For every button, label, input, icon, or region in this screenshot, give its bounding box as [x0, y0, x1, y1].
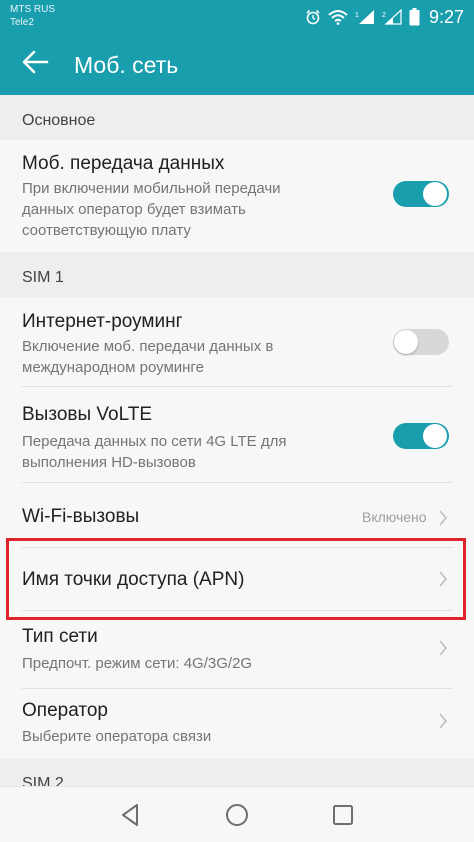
setting-internet-roaming[interactable]: Интернет-роуминг Включение моб. передачи… — [0, 297, 474, 387]
mobile-data-description-line-3: соответствующую плату — [22, 222, 191, 239]
sim1-signal-icon: 1 — [355, 10, 374, 24]
recents-square-icon[interactable] — [329, 801, 357, 829]
carrier-1: MTS RUS — [10, 4, 55, 15]
mobile-data-toggle[interactable] — [393, 181, 449, 207]
status-bar: MTS RUS Tele2 1 2 9:27 — [0, 0, 474, 36]
volte-title: Вызовы VoLTE — [22, 404, 153, 425]
home-circle-icon[interactable] — [223, 801, 251, 829]
mobile-data-description-line-2: данных оператор будет взимать — [22, 201, 246, 218]
wifi-calls-value: Включено — [362, 509, 427, 525]
section-header-sim2: SIM 2 — [0, 759, 474, 786]
page-title: Моб. сеть — [74, 52, 179, 78]
chevron-right-icon — [439, 713, 448, 729]
setting-mobile-data[interactable]: Моб. передача данных При включении мобил… — [0, 140, 474, 252]
app-header: MTS RUS Tele2 1 2 9:27 Моб. сеть — [0, 0, 474, 95]
volte-toggle[interactable] — [393, 423, 449, 449]
wifi-icon — [328, 10, 348, 25]
svg-text:1: 1 — [355, 12, 359, 19]
network-type-title: Тип сети — [22, 626, 98, 647]
roaming-description-line-2: международном роуминге — [22, 359, 204, 376]
carrier-2: Tele2 — [10, 17, 34, 28]
roaming-title: Интернет-роуминг — [22, 311, 183, 332]
setting-operator[interactable]: Оператор Выберите оператора связи — [0, 689, 474, 759]
alarm-icon — [306, 9, 320, 25]
navigation-bar — [0, 786, 474, 842]
sim2-signal-icon: 2 — [382, 9, 402, 25]
section-header-basic: Основное — [0, 95, 474, 140]
battery-icon — [409, 8, 420, 26]
section-header-sim1: SIM 1 — [0, 252, 474, 297]
apn-highlight-frame — [6, 538, 466, 620]
section-label-basic: Основное — [22, 112, 96, 129]
chevron-right-icon — [439, 510, 448, 526]
roaming-description-line-1: Включение моб. передачи данных в — [22, 338, 274, 355]
section-label-sim1: SIM 1 — [22, 269, 64, 286]
roaming-toggle[interactable] — [393, 329, 449, 355]
arrow-left-icon[interactable] — [20, 46, 52, 78]
setting-network-type[interactable]: Тип сети Предпочт. режим сети: 4G/3G/2G — [0, 611, 474, 689]
operator-description: Выберите оператора связи — [22, 728, 212, 745]
mobile-data-title: Моб. передача данных — [22, 153, 225, 174]
operator-title: Оператор — [22, 700, 108, 721]
setting-volte-calls[interactable]: Вызовы VoLTE Передача данных по сети 4G … — [0, 387, 474, 482]
chevron-right-icon — [439, 640, 448, 656]
volte-description-line-2: выполнения HD-вызовов — [22, 454, 196, 471]
section-label-sim2: SIM 2 — [22, 775, 64, 786]
network-type-description: Предпочт. режим сети: 4G/3G/2G — [22, 655, 253, 672]
back-triangle-icon[interactable] — [117, 801, 145, 829]
mobile-data-description-line-1: При включении мобильной передачи — [22, 180, 281, 197]
wifi-calls-title: Wi-Fi-вызовы — [22, 506, 140, 527]
svg-text:2: 2 — [382, 12, 386, 19]
clock: 9:27 — [428, 6, 464, 27]
volte-description-line-1: Передача данных по сети 4G LTE для — [22, 433, 287, 450]
